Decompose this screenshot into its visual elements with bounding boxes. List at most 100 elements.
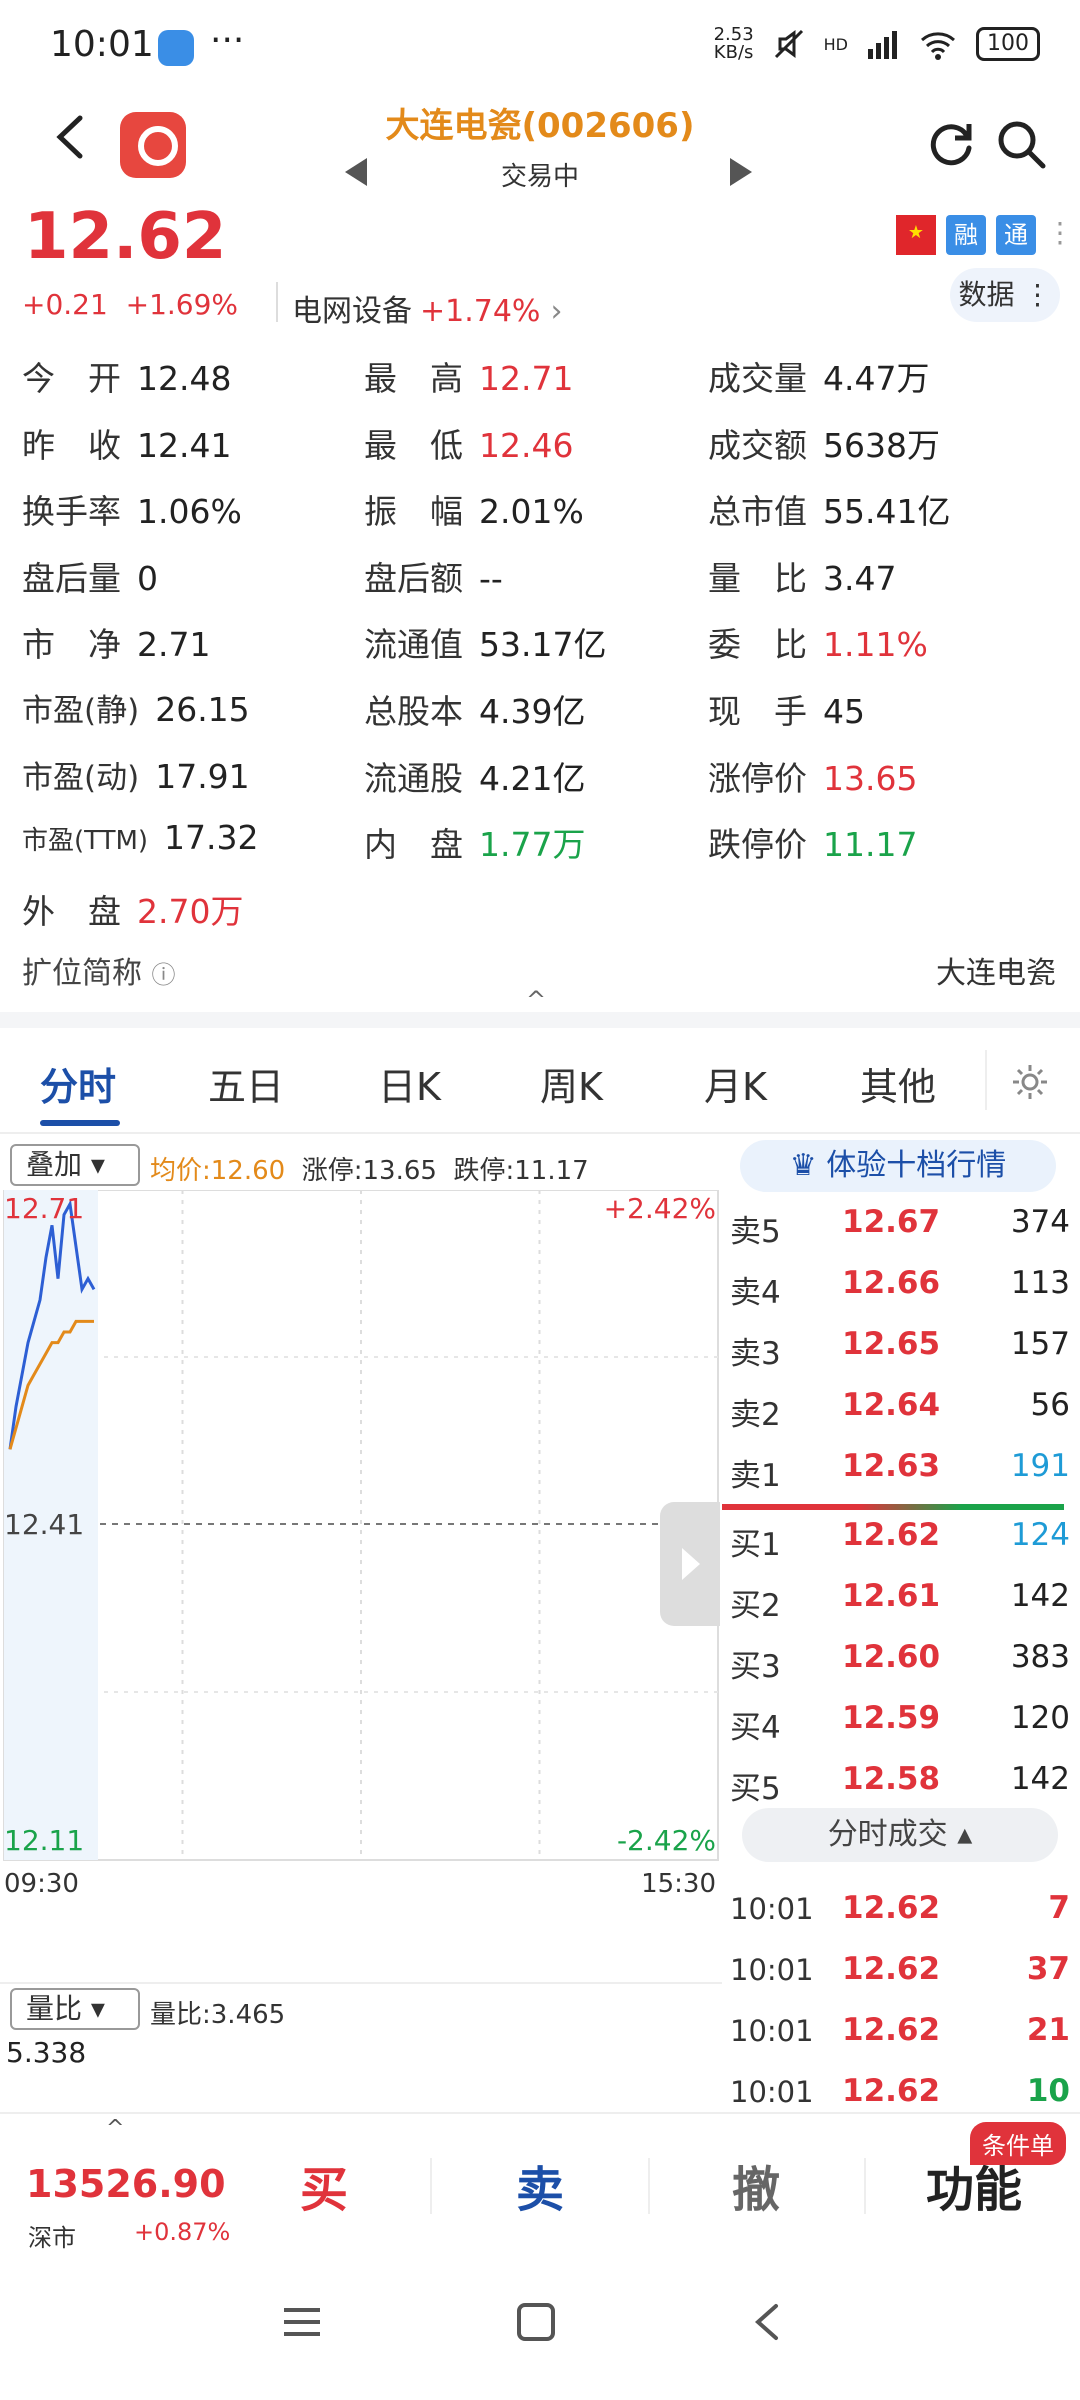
stat-value: 0 xyxy=(137,558,158,598)
buy-button[interactable]: 买 xyxy=(300,2150,348,2220)
stat-label: 流通股 xyxy=(364,758,463,798)
order-book: ♛ 体验十档行情 卖5 12.67 374 卖4 12.66 113 卖3 12.65 157 卖… xyxy=(722,1132,1080,2112)
stat-label: 涨停价 xyxy=(708,758,807,798)
y-axis-mid-label: 12.41 xyxy=(4,1508,84,1541)
stat-label: 市盈(静) xyxy=(22,693,140,729)
level-price: 12.63 xyxy=(842,1448,941,1484)
conditional-order-badge[interactable]: 条件单 xyxy=(970,2122,1066,2165)
extension-label: 扩位简称 ⓘ xyxy=(22,956,176,991)
trade-time: 10:01 xyxy=(730,1953,814,1987)
stat-item: 市盈(动) 17.91 xyxy=(22,752,250,797)
stat-value: 5638万 xyxy=(823,425,940,465)
stat-item: 总股本 4.39亿 xyxy=(364,685,585,733)
refresh-icon[interactable] xyxy=(925,118,977,170)
battery-indicator: 100 xyxy=(976,27,1040,61)
volratio-dropdown[interactable]: 量比 ▾ xyxy=(10,1988,140,2030)
level-price: 12.64 xyxy=(842,1387,941,1423)
connect-badge[interactable]: 通 xyxy=(996,215,1036,255)
trades-toggle[interactable]: 分时成交 ▴ xyxy=(742,1808,1058,1862)
stat-item: 成交量 4.47万 xyxy=(708,352,929,400)
level-price: 12.65 xyxy=(842,1326,941,1362)
stat-value: 26.15 xyxy=(155,690,250,729)
market-flags: ★ 融 通 ⋮ xyxy=(896,215,1074,255)
level-price: 12.60 xyxy=(842,1639,941,1675)
stat-item: 最 高 12.71 xyxy=(364,352,573,400)
stat-label: 振 幅 xyxy=(364,492,463,532)
trade-action-bar: ^ 13526.90 深市 +0.87% 买 卖 撤 功能 条件单 xyxy=(0,2112,1080,2252)
tab-other[interactable]: 其他 xyxy=(860,1056,936,1111)
ask-row[interactable]: 卖4 12.66 113 xyxy=(722,1255,1080,1317)
trade-price: 12.62 xyxy=(842,1890,941,1926)
stat-label: 市盈(动) xyxy=(22,759,140,796)
bid-row[interactable]: 买3 12.60 383 xyxy=(722,1629,1080,1691)
tab-daily-k[interactable]: 日K xyxy=(378,1056,441,1111)
stat-item: 振 幅 2.01% xyxy=(364,485,584,533)
back-icon[interactable] xyxy=(752,2302,782,2342)
sell-button[interactable]: 卖 xyxy=(516,2150,564,2220)
trade-row: 10:01 12.62 7 xyxy=(722,1880,1080,1942)
chart-info: 均价:12.60 涨停:13.65 跌停:11.17 xyxy=(150,1156,589,1186)
bid-row[interactable]: 买4 12.59 120 xyxy=(722,1690,1080,1752)
btn-divider xyxy=(430,2158,432,2214)
level10-quote-button[interactable]: ♛ 体验十档行情 xyxy=(740,1140,1056,1192)
tab-weekly-k[interactable]: 周K xyxy=(540,1056,603,1111)
trade-time: 10:01 xyxy=(730,2075,814,2109)
expand-index-icon[interactable]: ^ xyxy=(106,2116,124,2141)
cancel-order-button[interactable]: 撤 xyxy=(732,2150,780,2220)
data-button[interactable]: 数据 ⋮ xyxy=(950,268,1060,322)
stat-value: 12.48 xyxy=(137,359,232,398)
stat-item: 市盈(TTM) 17.32 xyxy=(22,818,259,857)
stat-value: 1.11% xyxy=(823,625,928,665)
current-price: 12.62 xyxy=(24,200,227,274)
level-volume: 383 xyxy=(1010,1639,1070,1675)
home-icon[interactable] xyxy=(516,2302,556,2342)
intraday-chart[interactable]: 12.71 12.41 12.11 +2.42% -2.42% 09:30 15:30 xyxy=(0,1189,722,1940)
level-label: 买1 xyxy=(730,1527,781,1563)
stat-label: 市盈(TTM) xyxy=(22,826,149,857)
clock: 10:01 xyxy=(50,24,154,65)
margin-badge[interactable]: 融 xyxy=(946,215,986,255)
search-icon[interactable] xyxy=(995,118,1047,170)
ask-row[interactable]: 卖3 12.65 157 xyxy=(722,1316,1080,1378)
level-price: 12.66 xyxy=(842,1265,941,1301)
bid-row[interactable]: 买2 12.61 142 xyxy=(722,1568,1080,1630)
tab-five-day[interactable]: 五日 xyxy=(208,1056,284,1111)
stat-item: 今 开 12.48 xyxy=(22,352,231,400)
wifi-icon xyxy=(921,32,955,60)
tab-intraday[interactable]: 分时 xyxy=(40,1056,116,1111)
ask-row[interactable]: 卖2 12.64 56 xyxy=(722,1377,1080,1439)
level-volume: 124 xyxy=(1010,1517,1070,1553)
stat-label: 量 比 xyxy=(708,558,807,598)
sector-link[interactable]: 电网设备 +1.74% › xyxy=(292,286,562,330)
panel-toggle-handle[interactable] xyxy=(660,1502,720,1626)
more-notifications-icon: ··· xyxy=(210,20,245,61)
menu-icon[interactable] xyxy=(282,2302,322,2342)
trade-time: 10:01 xyxy=(730,2014,814,2048)
bid-row[interactable]: 买1 12.62 124 xyxy=(722,1507,1080,1569)
index-change: +0.87% xyxy=(134,2218,231,2246)
ask-row[interactable]: 卖1 12.63 191 xyxy=(722,1438,1080,1500)
level-volume: 56 xyxy=(1030,1387,1070,1423)
stat-item: 内 盘 1.77万 xyxy=(364,818,585,866)
level-label: 买2 xyxy=(730,1588,781,1624)
stat-value: -- xyxy=(479,558,503,598)
stat-value: 13.65 xyxy=(823,758,918,798)
stat-label: 总市值 xyxy=(708,492,807,532)
trade-volume: 21 xyxy=(1026,2012,1070,2048)
stat-value: 53.17亿 xyxy=(479,625,607,665)
next-stock-icon[interactable] xyxy=(730,158,752,186)
signal-icon: HD xyxy=(823,34,848,54)
ask-row[interactable]: 卖5 12.67 374 xyxy=(722,1194,1080,1256)
bid-row[interactable]: 买5 12.58 142 xyxy=(722,1751,1080,1813)
tab-monthly-k[interactable]: 月K xyxy=(704,1056,767,1111)
overlay-dropdown[interactable]: 叠加 ▾ xyxy=(10,1144,140,1186)
more-vertical-icon[interactable]: ⋮ xyxy=(1046,215,1074,255)
trade-row: 10:01 12.62 37 xyxy=(722,1941,1080,2003)
stat-item: 流通值 53.17亿 xyxy=(364,618,606,666)
level-label: 卖5 xyxy=(730,1214,781,1250)
index-value[interactable]: 13526.90 xyxy=(26,2162,226,2206)
price-change: +0.21 +1.69% xyxy=(22,288,239,321)
gear-icon[interactable] xyxy=(1010,1062,1050,1102)
active-tab-indicator xyxy=(40,1120,120,1126)
collapse-chevron-icon[interactable]: ^ xyxy=(526,986,546,1014)
